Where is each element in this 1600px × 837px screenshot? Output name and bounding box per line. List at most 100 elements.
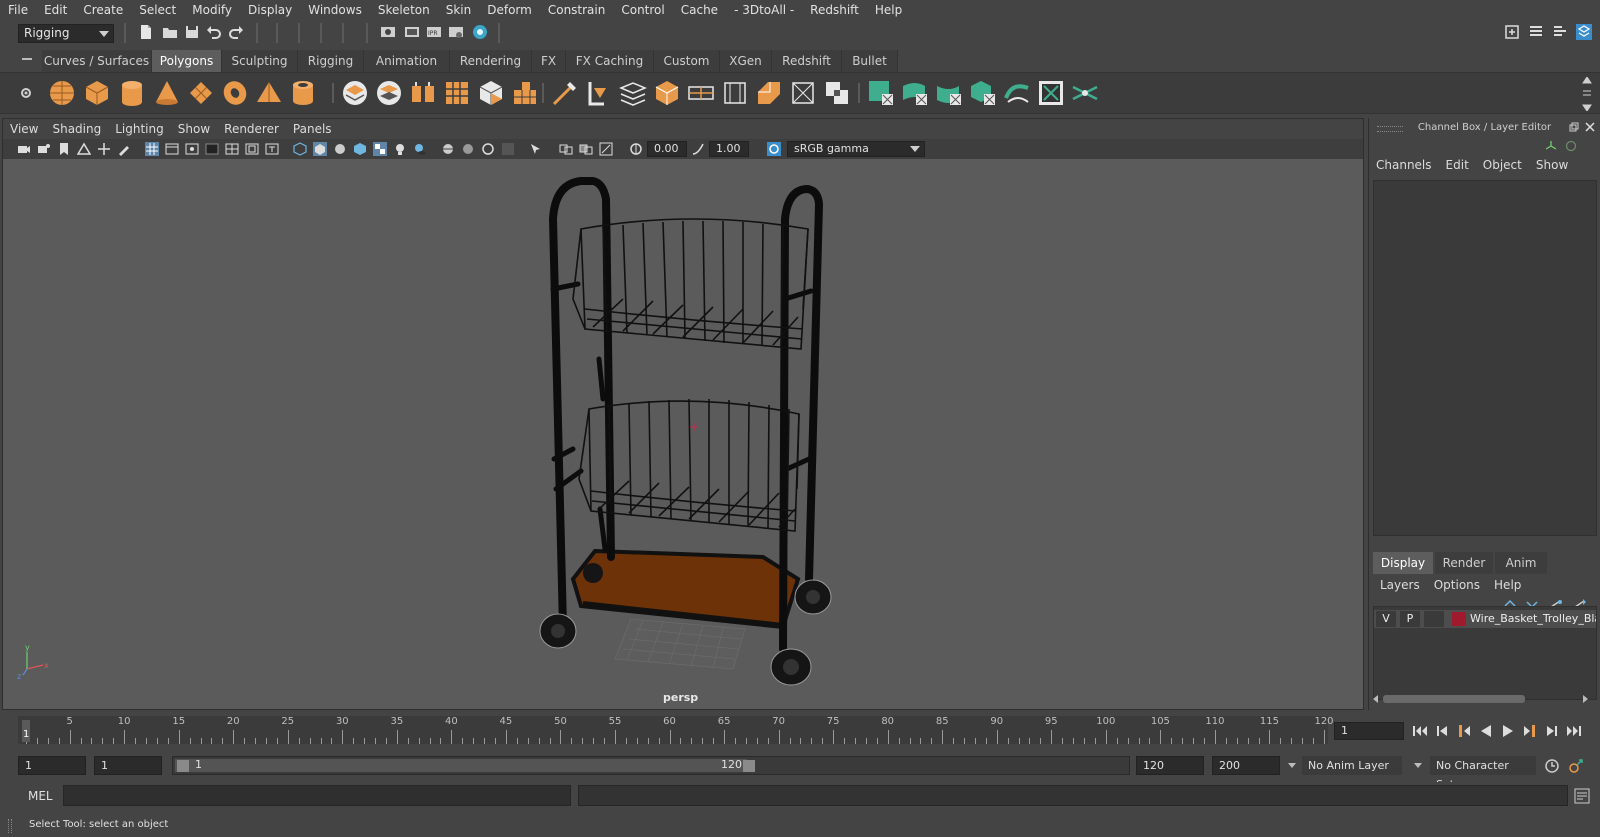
layer-tab-render[interactable]: Render: [1435, 552, 1493, 574]
poly-plane-icon[interactable]: [186, 78, 216, 108]
quadrangulate-icon[interactable]: [754, 78, 784, 108]
go-to-start-icon[interactable]: [1412, 724, 1428, 738]
menu-set-select[interactable]: Rigging: [18, 24, 114, 43]
range-slider[interactable]: 1 120: [172, 756, 1130, 775]
xray-icon[interactable]: [559, 142, 573, 156]
shelf-scroll-icon[interactable]: [1582, 77, 1592, 111]
smooth-icon[interactable]: [408, 78, 438, 108]
time-slider-track[interactable]: 5 10 15 20 25 30 35 40 45 50 55 60 65 70 75 80 85 90 95 100…: [18, 716, 1334, 744]
shelf-tab-curves-surfaces[interactable]: Curves / Surfaces: [42, 50, 152, 72]
shelf-menu-icon[interactable]: [22, 58, 32, 60]
layer-list-scrollbar[interactable]: [1373, 694, 1589, 704]
redo-icon[interactable]: [228, 24, 244, 40]
menu-skeleton[interactable]: Skeleton: [370, 3, 438, 17]
grid-icon[interactable]: [145, 142, 159, 156]
poly-pipe-icon[interactable]: [288, 78, 318, 108]
safe-action-icon[interactable]: [245, 142, 259, 156]
mirror-icon[interactable]: [442, 78, 472, 108]
playback-end-field[interactable]: 120: [1136, 756, 1204, 775]
go-to-end-icon[interactable]: [1566, 724, 1582, 738]
range-start-handle[interactable]: [177, 760, 189, 772]
3d-viewport[interactable]: y x z persp: [3, 159, 1363, 709]
shelf-tab-fx-caching[interactable]: FX Caching: [566, 50, 654, 72]
shelf-tab-polygons[interactable]: Polygons: [152, 50, 222, 72]
anti-aliasing-icon[interactable]: [481, 142, 495, 156]
use-all-lights-icon[interactable]: [393, 142, 407, 156]
command-input[interactable]: [63, 785, 571, 806]
gamma-icon[interactable]: [691, 142, 705, 156]
new-scene-icon[interactable]: [138, 24, 154, 40]
ipr-render-icon[interactable]: IPR: [426, 24, 442, 40]
manipulator-icon[interactable]: [1545, 140, 1557, 152]
step-back-key-icon[interactable]: [1456, 724, 1472, 738]
auto-key-icon[interactable]: [1544, 758, 1560, 774]
uv-planar-icon[interactable]: [866, 78, 896, 108]
uv-spherical-icon[interactable]: [934, 78, 964, 108]
bookmark-icon[interactable]: [57, 142, 71, 156]
menu-file[interactable]: File: [0, 3, 36, 17]
viewport-menu-show[interactable]: Show: [171, 122, 217, 136]
target-weld-icon[interactable]: [584, 78, 614, 108]
animation-preferences-icon[interactable]: [1568, 758, 1584, 774]
layer-row[interactable]: V P Wire_Basket_Trolley_Black: [1374, 610, 1596, 628]
viewport-menu-panels[interactable]: Panels: [286, 122, 339, 136]
attribute-editor-icon[interactable]: [1528, 24, 1544, 40]
xray-active-components-icon[interactable]: [579, 142, 593, 156]
uv-cylindrical-icon[interactable]: [900, 78, 930, 108]
speed-icon[interactable]: [1565, 140, 1577, 152]
playback-start-field[interactable]: 1: [94, 756, 162, 775]
menu-constrain[interactable]: Constrain: [540, 3, 614, 17]
poly-cone-icon[interactable]: [152, 78, 182, 108]
insert-edge-loop-icon[interactable]: [618, 78, 648, 108]
float-panel-icon[interactable]: [1569, 122, 1579, 132]
safe-title-icon[interactable]: [265, 142, 279, 156]
shelf-tab-bullet[interactable]: Bullet: [842, 50, 898, 72]
menu-cache[interactable]: Cache: [673, 3, 726, 17]
layer-color-swatch[interactable]: [1452, 612, 1466, 626]
menu-windows[interactable]: Windows: [300, 3, 370, 17]
gamma-field[interactable]: 1.00: [709, 141, 749, 157]
menu-help[interactable]: Help: [867, 3, 910, 17]
layer-tab-anim[interactable]: Anim: [1495, 552, 1547, 574]
channel-box-menu-object[interactable]: Object: [1476, 158, 1529, 176]
step-forward-frame-icon[interactable]: [1544, 724, 1560, 738]
textured-icon[interactable]: [373, 142, 387, 156]
character-set-select[interactable]: No Character Set: [1430, 756, 1536, 791]
current-frame-field[interactable]: 1: [1334, 722, 1404, 740]
poly-torus-icon[interactable]: [220, 78, 250, 108]
tool-settings-icon[interactable]: [1552, 24, 1568, 40]
menu-edit[interactable]: Edit: [36, 3, 75, 17]
layer-display-type-toggle[interactable]: [1424, 611, 1444, 627]
shelf-tab-xgen[interactable]: XGen: [720, 50, 772, 72]
viewport-menu-renderer[interactable]: Renderer: [217, 122, 286, 136]
chevron-down-icon[interactable]: [1288, 763, 1296, 768]
reduce-icon[interactable]: [788, 78, 818, 108]
2d-pan-zoom-icon[interactable]: [97, 142, 111, 156]
script-editor-icon[interactable]: [1574, 788, 1590, 804]
layer-menu-layers[interactable]: Layers: [1373, 578, 1427, 596]
shelf-tab-custom[interactable]: Custom: [654, 50, 720, 72]
separate-icon[interactable]: [374, 78, 404, 108]
play-forwards-icon[interactable]: [1500, 724, 1516, 738]
merge-icon[interactable]: [652, 78, 682, 108]
motion-blur-icon[interactable]: [461, 142, 475, 156]
uv-editor-icon[interactable]: [1036, 78, 1066, 108]
image-plane-icon[interactable]: [77, 142, 91, 156]
layer-playback-toggle[interactable]: P: [1400, 611, 1420, 627]
view-transform-select[interactable]: sRGB gamma: [787, 141, 925, 157]
hypershade-icon[interactable]: [472, 24, 488, 40]
boolean-icon[interactable]: [822, 78, 852, 108]
poly-pyramid-icon[interactable]: [254, 78, 284, 108]
menu-control[interactable]: Control: [613, 3, 672, 17]
gate-mask-icon[interactable]: [205, 142, 219, 156]
gear-icon[interactable]: [20, 87, 32, 99]
uv-cut-sew-icon[interactable]: [1070, 78, 1100, 108]
shelf-tab-fx[interactable]: FX: [532, 50, 566, 72]
exposure-icon[interactable]: [629, 142, 643, 156]
isolate-select-icon[interactable]: [529, 142, 543, 156]
render-view-icon[interactable]: [380, 24, 396, 40]
menu-redshift[interactable]: Redshift: [802, 3, 867, 17]
undo-icon[interactable]: [206, 24, 222, 40]
range-end-handle[interactable]: [743, 760, 755, 772]
bridge-icon[interactable]: [686, 78, 716, 108]
